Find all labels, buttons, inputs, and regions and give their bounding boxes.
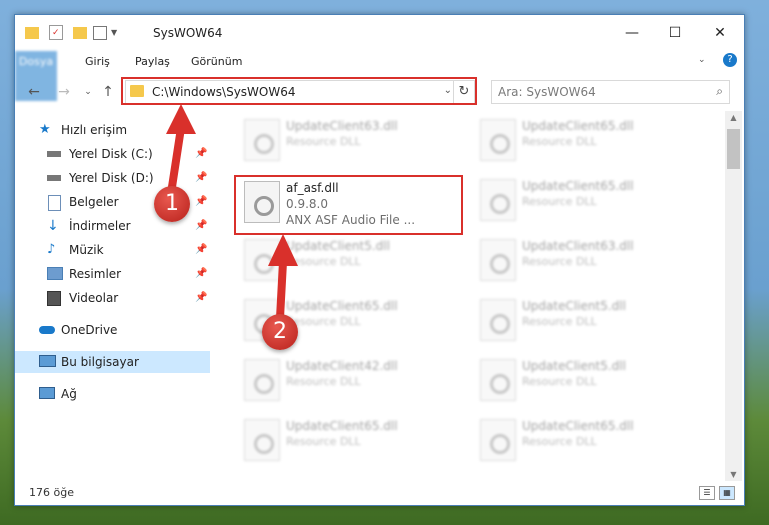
step-marker-2: 2 [262,314,298,350]
annotation-layer [166,104,298,322]
step-marker-1: 1 [154,186,190,222]
arrow-2 [268,234,298,322]
